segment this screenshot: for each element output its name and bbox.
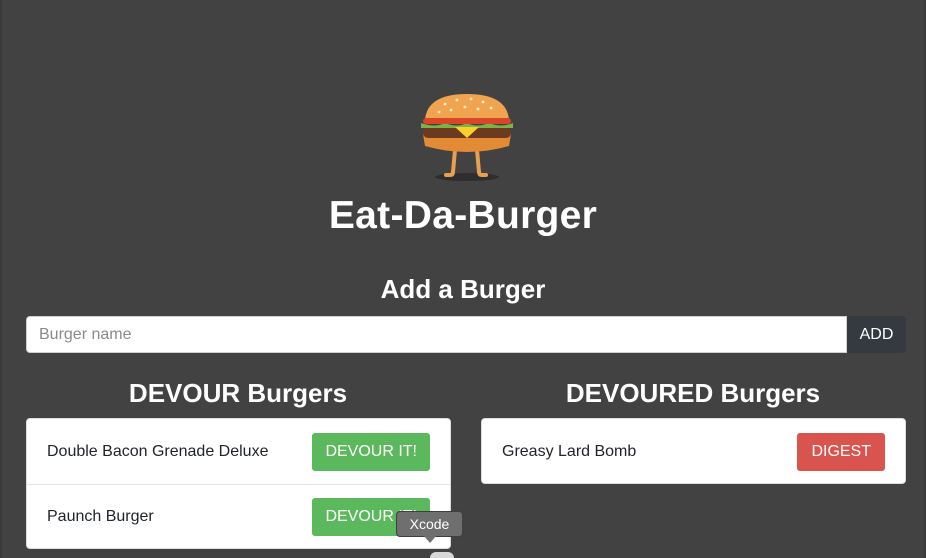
burger-name-input[interactable] [26, 316, 847, 353]
page: Eat-Da-Burger Add a Burger ADD DEVOUR Bu… [0, 0, 926, 558]
devour-burgers-heading: DEVOUR Burgers [128, 378, 348, 408]
digest-button[interactable]: DIGEST [797, 432, 885, 471]
dock-app-icon[interactable] [430, 552, 454, 558]
burger-name: Double Bacon Grenade Deluxe [47, 442, 269, 460]
devour-burgers-list: Double Bacon Grenade Deluxe DEVOUR IT! P… [26, 418, 451, 549]
tooltip-arrow [424, 536, 436, 543]
list-item: Greasy Lard Bomb DIGEST [482, 419, 905, 483]
list-item: Double Bacon Grenade Deluxe DEVOUR IT! [27, 419, 450, 484]
add-burger-heading: Add a Burger [380, 274, 546, 304]
devoured-burgers-list: Greasy Lard Bomb DIGEST [481, 418, 906, 484]
dock-tooltip: Xcode [396, 511, 463, 537]
devoured-burgers-heading: DEVOURED Burgers [565, 378, 821, 408]
list-item: Paunch Burger DEVOUR IT! [27, 484, 450, 548]
devour-it-button[interactable]: DEVOUR IT! [312, 432, 430, 471]
burger-name: Greasy Lard Bomb [502, 442, 637, 460]
burger-name: Paunch Burger [47, 508, 154, 525]
burger-mascot-icon [421, 94, 513, 181]
page-title: Eat-Da-Burger [328, 194, 598, 237]
add-burger-form: ADD [26, 316, 906, 353]
add-button[interactable]: ADD [847, 316, 906, 353]
